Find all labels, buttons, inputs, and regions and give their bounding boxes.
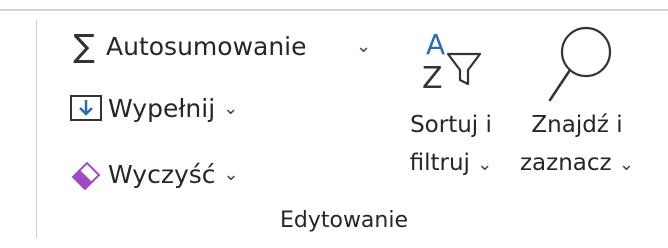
find-select-button[interactable]: Znajdź i zaznacz ⌄ xyxy=(512,22,642,184)
group-label-container: Edytowanie xyxy=(0,208,668,233)
autosum-button[interactable]: ∑ Autosumowanie xyxy=(62,24,307,68)
sort-filter-label-line2: filtruj ⌄ xyxy=(396,144,506,184)
sigma-icon: ∑ xyxy=(73,27,95,65)
chevron-down-icon: ⌄ xyxy=(477,154,493,175)
fill-button[interactable]: Wypełnij ⌄ xyxy=(64,86,238,130)
find-select-label-line2: zaznacz ⌄ xyxy=(512,144,642,184)
find-select-label-line1: Znajdź i xyxy=(531,112,623,138)
eraser-icon xyxy=(64,157,108,191)
find-select-label: zaznacz xyxy=(519,150,612,176)
autosum-label: Autosumowanie xyxy=(106,31,307,61)
group-separator xyxy=(36,20,37,238)
svg-text:A: A xyxy=(426,28,445,61)
fill-down-icon xyxy=(64,93,108,123)
clear-label: Wyczyść xyxy=(108,159,216,189)
ribbon-top-border xyxy=(0,9,668,11)
group-label: Edytowanie xyxy=(279,208,409,233)
svg-text:Z: Z xyxy=(422,61,443,96)
chevron-down-icon: ⌄ xyxy=(223,97,239,119)
sort-filter-label: filtruj xyxy=(409,150,470,176)
magnifier-icon xyxy=(512,22,642,106)
sort-filter-label-line1: Sortuj i xyxy=(410,112,492,138)
chevron-down-icon: ⌄ xyxy=(223,163,239,185)
autosum-dropdown[interactable]: ⌄ xyxy=(356,24,371,68)
chevron-down-icon: ⌄ xyxy=(618,154,635,175)
chevron-down-icon: ⌄ xyxy=(356,35,372,57)
sort-filter-button[interactable]: A Z Sortuj i filtruj ⌄ xyxy=(396,22,506,184)
fill-label: Wypełnij xyxy=(108,93,216,123)
clear-button[interactable]: Wyczyść ⌄ xyxy=(64,152,239,196)
sort-filter-icon: A Z xyxy=(396,22,506,106)
